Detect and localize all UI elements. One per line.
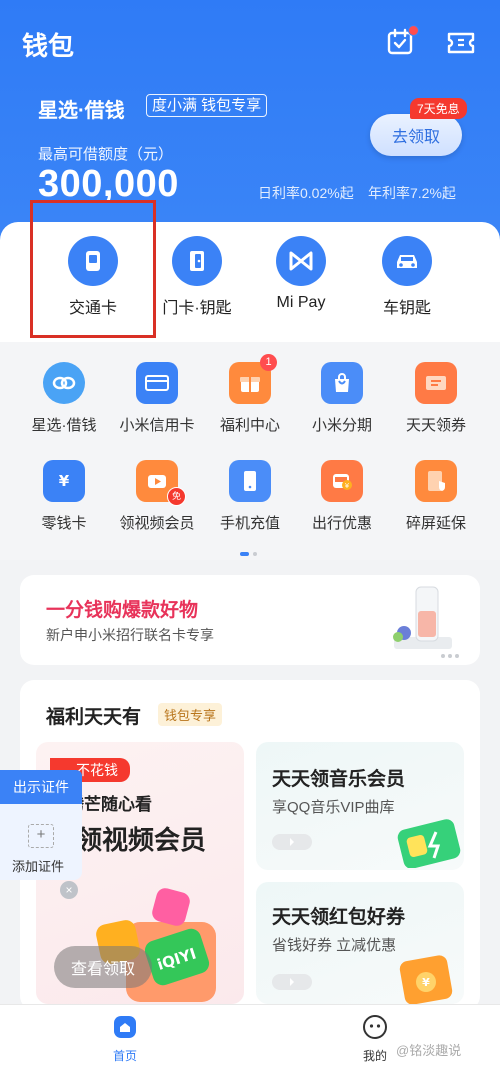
calendar-check-icon[interactable] [386,25,419,58]
gift-icon: 1 [229,354,277,404]
screen-warranty-icon [415,460,457,502]
red-packet-icon: ¥ [396,952,456,1009]
welfare-tag: 钱包专享 [158,703,223,726]
quick-item-car-key[interactable]: 车钥匙 [352,236,462,318]
page-title: 钱包 [22,31,75,61]
loan-title[interactable]: 星选·借钱 [38,94,125,123]
service-label: 天天领券 [405,417,466,434]
quick-item-door-card[interactable]: 门卡·钥匙 [142,236,252,318]
music-card-subtitle: 享QQ音乐VIP曲库 [272,799,395,816]
annual-rate: 年利率7.2%起 [368,185,456,201]
music-card-arrow[interactable] [272,834,312,850]
notification-dot [408,25,419,36]
nav-home[interactable]: 首页 [110,1014,140,1064]
service-label: 零钱卡 [41,515,87,532]
limit-label: 最高可借额度（元） [38,146,174,163]
free-interest-badge: 7天免息 [410,98,467,119]
service-coupon[interactable]: 天天领券 [386,362,486,435]
service-installment[interactable]: 小米分期 [292,362,392,435]
service-credit-card[interactable]: 小米信用卡 [107,362,207,435]
daily-rate: 日利率0.02%起 [258,185,354,201]
service-travel-discount[interactable]: ¥ 出行优惠 [292,460,392,533]
service-label: 领视频会员 [119,515,195,532]
service-label: 出行优惠 [311,515,372,532]
page-indicator [240,544,260,562]
service-label: 碎屏延保 [405,515,466,532]
quick-item-label: Mi Pay [276,294,326,311]
video-vip-icon: 免 [136,460,186,506]
service-label: 手机充值 [219,515,280,532]
welfare-title: 福利天天有 [46,707,142,728]
music-vip-card[interactable]: 天天领音乐会员 享QQ音乐VIP曲库 [256,742,464,870]
service-label: 小米分期 [311,417,372,434]
banner-dots [440,646,462,664]
ticket-icon[interactable] [446,29,476,59]
claim-button[interactable]: 去领取 [370,114,462,156]
service-label: 小米信用卡 [119,417,195,434]
shopping-bag-icon [321,362,363,404]
view-claim-button[interactable]: 查看领取 [54,946,152,988]
highlight-annotation-box [30,200,156,338]
nav-home-label: 首页 [112,1049,137,1063]
mipay-icon [276,236,326,286]
door-card-icon [172,236,222,286]
service-label: 福利中心 [219,417,280,434]
loan-tag: 度小满 钱包专享 [146,94,268,117]
car-key-icon [382,236,432,286]
promo-title: 一分钱购爆款好物 [46,600,199,621]
add-certificate-plus[interactable]: + [28,824,54,848]
quick-item-mipay[interactable]: Mi Pay [246,236,356,312]
red-packet-card[interactable]: 天天领红包好券 省钱好券 立减优惠 ¥ [256,882,464,1005]
loan-icon [43,362,85,404]
quick-item-label: 门卡·钥匙 [162,300,232,317]
svg-text:¥: ¥ [422,976,430,989]
nav-profile[interactable]: 我的 [360,1014,390,1064]
music-card-title: 天天领音乐会员 [272,769,406,790]
service-label: 星选·借钱 [31,417,97,434]
profile-icon [360,1014,390,1045]
service-video-vip[interactable]: 免 领视频会员 [107,460,207,533]
svg-text:¥: ¥ [59,472,70,490]
redpacket-card-subtitle: 省钱好券 立减优惠 [272,937,397,954]
count-badge: 1 [260,354,277,371]
svg-text:¥: ¥ [345,482,350,490]
phone-recharge-icon [229,460,271,502]
yuan-card-icon: ¥ [43,460,85,502]
coupon-icon [415,362,457,404]
watermark: @铭淡趣说 [396,1043,462,1058]
free-badge: 免 [167,487,186,506]
home-icon [110,1014,140,1045]
close-icon[interactable]: × [60,881,78,899]
travel-discount-icon: ¥ [321,460,363,502]
nav-profile-label: 我的 [362,1049,387,1063]
quick-item-label: 车钥匙 [382,300,431,317]
promo-subtitle: 新户申小米招行联名卡专享 [46,627,214,643]
service-welfare-center[interactable]: 1 福利中心 [200,354,300,435]
music-ticket-icon [394,818,464,873]
service-change-card[interactable]: ¥ 零钱卡 [14,460,114,533]
service-screen-warranty[interactable]: 碎屏延保 [386,460,486,533]
redpacket-card-arrow[interactable] [272,974,312,990]
show-certificate-button[interactable]: 出示证件 [0,770,82,804]
redpacket-card-title: 天天领红包好券 [272,907,406,928]
add-certificate-label[interactable]: 添加证件 [12,856,64,875]
service-phone-recharge[interactable]: 手机充值 [200,460,300,533]
service-loan[interactable]: 星选·借钱 [14,362,114,435]
credit-card-icon [136,362,178,404]
